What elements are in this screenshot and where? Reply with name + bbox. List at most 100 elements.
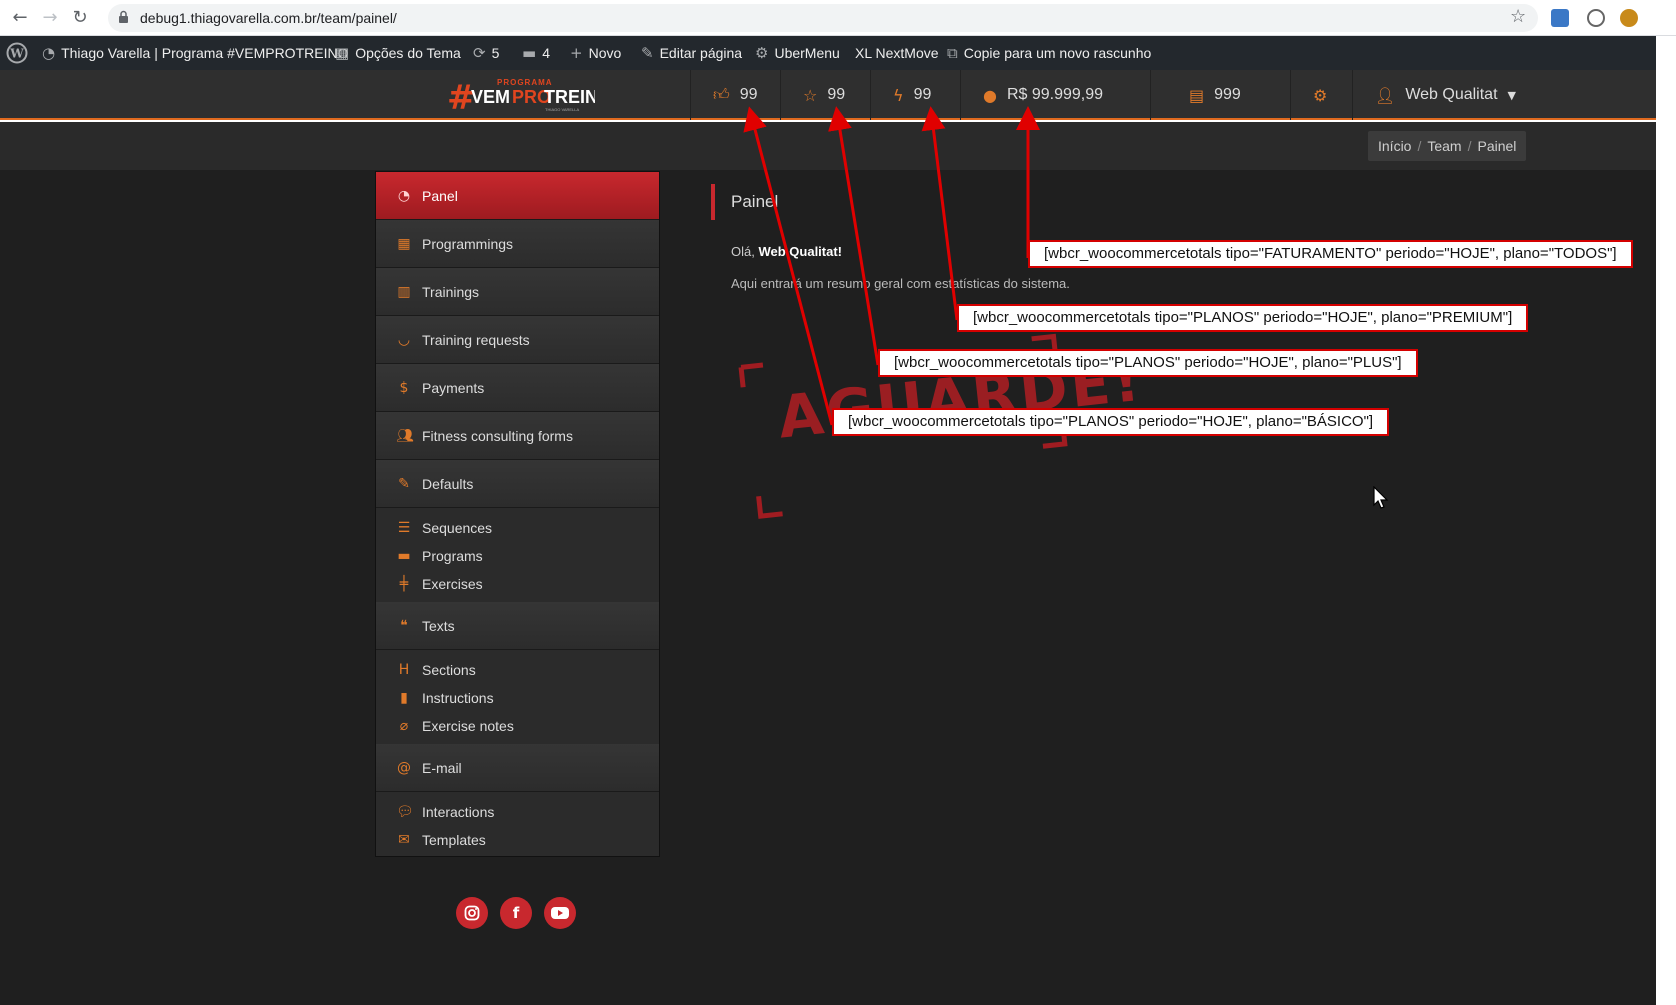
copy-draft-label: Copie para um novo rascunho	[963, 45, 1152, 61]
url-text[interactable]: debug1.thiagovarella.com.br/team/painel/	[140, 10, 397, 26]
bar-chart-icon: ▥	[397, 283, 411, 300]
bookmark-star-icon[interactable]: ☆	[1510, 6, 1526, 27]
settings-button[interactable]: ⚙	[1290, 70, 1352, 120]
sidebar-subitem-templates[interactable]: ✉ Templates	[376, 826, 659, 854]
copy-icon: ⧉	[947, 44, 958, 62]
bolt-icon: ϟ	[893, 85, 904, 105]
sidebar-subitem-label: Sections	[422, 662, 476, 678]
site-header: # PROGRAMA VEM PRO TREINO THIAGO VARELLA…	[0, 70, 1656, 120]
dashboard-gauge-icon: ◔	[42, 44, 56, 62]
sidebar-subitem-label: Templates	[422, 832, 486, 848]
sidebar-subitem-sequences[interactable]: ☰ Sequences	[376, 514, 659, 542]
edit-page-label: Editar página	[659, 45, 743, 61]
sidebar-item-defaults[interactable]: ✎ Defaults	[376, 460, 659, 508]
user-menu[interactable]: 👤︎ Web Qualitat ▼	[1352, 70, 1532, 120]
svg-text:THIAGO VARELLA: THIAGO VARELLA	[545, 107, 579, 112]
page-title: Painel	[731, 192, 779, 211]
money-icon: ●	[983, 85, 997, 105]
sidebar-item-label: Programmings	[422, 235, 514, 252]
breadcrumb-team[interactable]: Team	[1427, 138, 1461, 154]
stat-documents[interactable]: ▤ 999	[1150, 70, 1290, 120]
wordpress-logo-icon[interactable]: W	[6, 36, 28, 70]
sidebar-item-trainings[interactable]: ▥ Trainings	[376, 268, 659, 316]
dumbbell-icon: ╪	[399, 576, 409, 592]
updates-count: 5	[491, 45, 500, 61]
at-icon: @	[397, 759, 411, 776]
extension-icon[interactable]	[1551, 9, 1569, 27]
stat-bolts[interactable]: ϟ 99	[870, 70, 960, 120]
calendar-icon: ▦	[397, 235, 411, 252]
comments-icon: ▬	[522, 44, 537, 62]
sidebar-item-email[interactable]: @ E-mail	[376, 744, 659, 792]
wp-xl-nextmove[interactable]: XL NextMove	[855, 36, 939, 70]
ubermenu-label: UberMenu	[774, 45, 840, 61]
sidebar-subitem-interactions[interactable]: 💬︎ Interactions	[376, 798, 659, 826]
sidebar-item-programmings[interactable]: ▦ Programmings	[376, 220, 659, 268]
youtube-icon[interactable]	[544, 897, 576, 929]
sidebar-subitem-instructions[interactable]: ▮ Instructions	[376, 684, 659, 712]
sidebar-item-payments[interactable]: $ Payments	[376, 364, 659, 412]
updates-icon: ⟳	[473, 44, 486, 62]
profile-avatar-icon[interactable]	[1620, 9, 1638, 27]
documents-count: 999	[1214, 86, 1241, 103]
gears-icon: ⚙	[755, 44, 769, 62]
recycle-extension-icon[interactable]	[1587, 9, 1605, 27]
gear-icon: ⚙	[1313, 85, 1328, 105]
wp-updates[interactable]: ⟳ 5	[473, 36, 499, 70]
stat-stars[interactable]: ☆ 99	[780, 70, 870, 120]
stat-revenue[interactable]: ● R$ 99.999,99	[960, 70, 1150, 120]
thumbs-up-icon: 👍︎	[713, 85, 730, 104]
wp-copy-draft[interactable]: ⧉ Copie para um novo rascunho	[947, 36, 1151, 70]
back-icon[interactable]: ←	[8, 6, 32, 30]
breadcrumb-separator: /	[1417, 138, 1422, 154]
comments-count: 4	[542, 45, 550, 61]
sidebar-item-texts[interactable]: ❝ Texts	[376, 602, 659, 650]
site-name-label: Thiago Varella | Programa #VEMPROTREINO	[61, 45, 349, 61]
pencil-icon: ✎	[641, 44, 654, 62]
sidebar-item-fitness-consulting-forms[interactable]: 👥︎ Fitness consulting forms	[376, 412, 659, 460]
wp-new[interactable]: + Novo	[570, 36, 621, 70]
stat-likes[interactable]: 👍︎ 99	[690, 70, 780, 120]
facebook-icon[interactable]: f	[500, 897, 532, 929]
greeting: Olá, Web Qualitat!	[731, 244, 842, 259]
main-content-area	[0, 170, 1656, 1005]
instagram-icon[interactable]	[456, 897, 488, 929]
stars-count: 99	[827, 86, 846, 103]
sidebar-subitem-exercise-notes[interactable]: ⌀ Exercise notes	[376, 712, 659, 740]
wp-site-name[interactable]: ◔ Thiago Varella | Programa #VEMPROTREIN…	[42, 36, 348, 70]
wp-comments[interactable]: ▬ 4	[522, 36, 550, 70]
inbox-icon: ◡	[397, 331, 411, 348]
annotation-basico: [wbcr_woocommercetotals tipo="PLANOS" pe…	[832, 408, 1390, 436]
site-logo[interactable]: # PROGRAMA VEM PRO TREINO THIAGO VARELLA	[445, 74, 595, 116]
sidebar-item-panel[interactable]: ◔ Panel	[376, 172, 659, 220]
user-icon: 👤︎	[1375, 85, 1396, 105]
sidebar-subitem-sections[interactable]: H Sections	[376, 656, 659, 684]
theme-options-label: Opções do Tema	[355, 45, 461, 61]
sidebar-subitem-exercises[interactable]: ╪ Exercises	[376, 570, 659, 598]
theme-options-icon: ▦	[335, 44, 350, 62]
lock-icon	[119, 10, 128, 23]
summary-text: Aqui entrará um resumo geral com estatís…	[731, 276, 1070, 291]
sidebar-subitem-label: Sequences	[422, 520, 493, 536]
wp-theme-options[interactable]: ▦ Opções do Tema	[335, 36, 461, 70]
envelope-icon: ✉	[398, 832, 410, 848]
archive-icon: ▬	[397, 548, 411, 564]
sidebar-item-label: E-mail	[422, 759, 462, 776]
forward-icon[interactable]: →	[38, 6, 62, 30]
sidebar-subitem-programs[interactable]: ▬ Programs	[376, 542, 659, 570]
sidebar-subitem-label: Programs	[422, 548, 483, 564]
user-name: Web Qualitat	[1405, 86, 1498, 103]
wp-edit-page[interactable]: ✎ Editar página	[641, 36, 742, 70]
edit-icon: ✎	[398, 475, 410, 492]
breadcrumb-home[interactable]: Início	[1378, 138, 1411, 154]
mouse-cursor-icon	[1373, 486, 1389, 509]
money-bag-icon: $	[399, 379, 409, 396]
wp-ubermenu[interactable]: ⚙ UberMenu	[755, 36, 840, 70]
plus-icon: +	[570, 44, 583, 62]
breadcrumb-separator: /	[1467, 138, 1472, 154]
sidebar-item-label: Trainings	[422, 283, 480, 300]
reload-icon[interactable]: ↻	[68, 6, 92, 30]
annotation-faturamento: [wbcr_woocommercetotals tipo="FATURAMENT…	[1028, 240, 1633, 268]
greeting-name: Web Qualitat!	[758, 244, 843, 259]
sidebar-item-training-requests[interactable]: ◡ Training requests	[376, 316, 659, 364]
